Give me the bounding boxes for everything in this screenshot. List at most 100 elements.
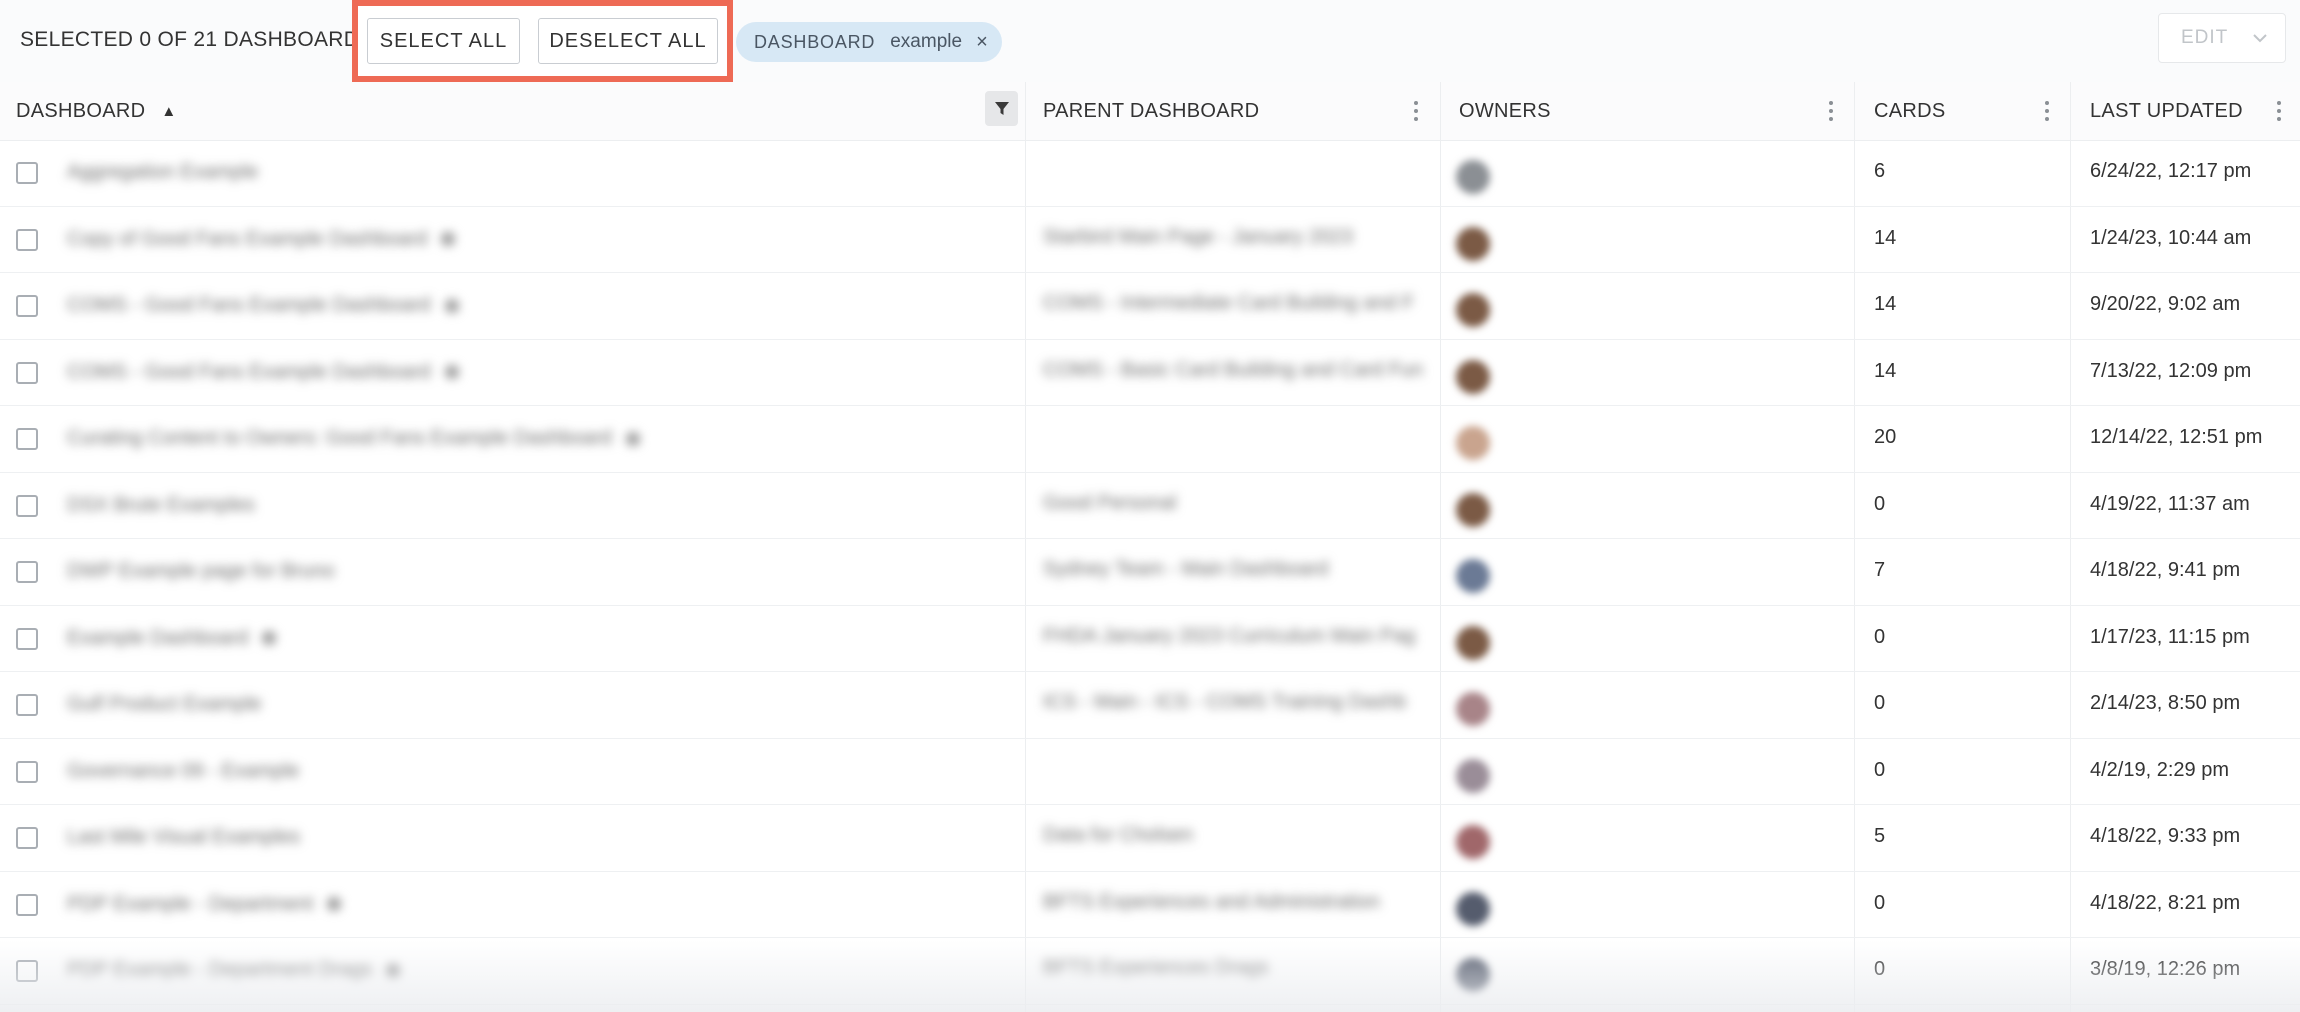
dashboard-name-link[interactable]: Aggregation Example (67, 161, 258, 184)
dashboard-name-link[interactable]: Example Dashboard (67, 626, 277, 650)
dashboard-name-link[interactable]: DSX Brute Examples (67, 494, 255, 517)
column-dashboard-label: DASHBOARD (16, 99, 146, 122)
table-row[interactable]: Last Mile Visual Examples Data for Cholse… (0, 805, 2300, 872)
last-updated-date: 4/18/22, 9:41 pm (2090, 559, 2241, 581)
row-checkbox[interactable] (16, 893, 38, 916)
table-row[interactable]: COMS - Good Fans Example Dashboard COMS -… (0, 340, 2300, 406)
dashboard-name-link[interactable]: PDP Example - Department (67, 893, 342, 916)
last-updated-date: 2/14/23, 8:50 pm (2090, 692, 2241, 714)
row-checkbox[interactable] (16, 162, 38, 184)
owner-avatar[interactable] (1456, 226, 1490, 261)
filter-icon[interactable] (985, 91, 1018, 126)
column-header-last-updated[interactable]: LAST UPDATED (2090, 82, 2243, 140)
dashboard-name-link[interactable]: Copy of Good Fans Example Dashboard (67, 227, 456, 251)
row-checkbox[interactable] (16, 960, 38, 982)
selection-toolbar: SELECTED 0 OF 21 DASHBOARDS SELECT ALL D… (0, 0, 2300, 83)
parent-dashboard-link[interactable]: Sydney Team - Main Dashboard (1043, 558, 1328, 581)
filter-chip-value: example (890, 31, 963, 52)
table-row[interactable]: DSX Brute Examples Good Personal 0 4/19/22,… (0, 473, 2300, 539)
owner-avatar[interactable] (1456, 625, 1490, 660)
select-all-button[interactable]: SELECT ALL (367, 18, 520, 64)
dashboard-name-text: Copy of Good Fans Example Dashboard (67, 227, 428, 250)
last-updated-date: 12/14/22, 12:51 pm (2090, 426, 2263, 448)
row-checkbox[interactable] (16, 361, 38, 384)
dashboard-name-link[interactable]: DWP Example page for Bruno (67, 560, 335, 583)
column-menu-icon[interactable] (1828, 101, 1834, 123)
cards-count: 5 (1874, 825, 1886, 847)
row-checkbox[interactable] (16, 295, 38, 317)
cards-count: 14 (1874, 359, 1897, 382)
parent-dashboard-link[interactable]: COMS - Basic Card Building and Card Fun (1043, 359, 1423, 382)
row-checkbox[interactable] (16, 561, 38, 583)
owner-avatar[interactable] (1456, 758, 1490, 793)
owner-avatar[interactable] (1456, 891, 1490, 926)
column-menu-icon[interactable] (2276, 101, 2282, 123)
owner-avatar[interactable] (1456, 492, 1490, 527)
column-menu-icon[interactable] (2044, 101, 2050, 123)
dashboard-name-link[interactable]: Last Mile Visual Examples (67, 826, 300, 849)
last-updated-date: 1/17/23, 11:15 pm (2090, 625, 2250, 648)
row-checkbox[interactable] (16, 760, 38, 783)
table-row[interactable]: Governance 09 - Example 0 4/2/19, 2:29 pm (0, 739, 2300, 805)
table-row[interactable]: Example Dashboard FHDA January 2023 Curri… (0, 606, 2300, 672)
table-row[interactable]: Curating Content to Owners: Good Fans Ex… (0, 406, 2300, 473)
deselect-all-button[interactable]: DESELECT ALL (538, 18, 718, 64)
parent-dashboard-link[interactable]: Data for Cholsen (1043, 824, 1193, 847)
parent-dashboard-link[interactable]: BFTS Experiences Drags (1043, 957, 1269, 980)
last-updated-date: 3/8/19, 12:26 pm (2090, 958, 2241, 980)
lock-icon (262, 631, 277, 646)
table-row[interactable]: DWP Example page for Bruno Sydney Team - … (0, 539, 2300, 606)
dashboard-name-link[interactable]: PDP Example - Department Drags (67, 959, 401, 982)
column-menu-icon[interactable] (1413, 101, 1419, 123)
parent-dashboard-link[interactable]: FHDA January 2023 Curriculum Main Pag (1043, 625, 1415, 648)
dashboard-name-link[interactable]: COMS - Good Fans Example Dashboard (67, 294, 459, 317)
row-checkbox[interactable] (16, 428, 38, 450)
parent-dashboard-link[interactable]: ICS - Main - ICS - COMS Training Dashb (1043, 691, 1406, 714)
owner-avatar[interactable] (1456, 359, 1490, 394)
column-header-cards[interactable]: CARDS (1874, 82, 1946, 140)
dashboard-name-link[interactable]: Curating Content to Owners: Good Fans Ex… (67, 427, 640, 450)
edit-dropdown-button[interactable]: EDIT (2158, 13, 2286, 63)
owner-avatar[interactable] (1456, 825, 1490, 859)
parent-dashboard-link[interactable]: Good Personal (1043, 492, 1176, 515)
column-header-owners[interactable]: OWNERS (1459, 82, 1551, 140)
owner-avatar[interactable] (1456, 293, 1490, 327)
dashboard-name-link[interactable]: COMS - Good Fans Example Dashboard (67, 361, 459, 384)
chevron-down-icon (2253, 34, 2267, 43)
dashboard-name-link[interactable]: Governance 09 - Example (67, 760, 299, 783)
row-checkbox[interactable] (16, 694, 38, 716)
cards-count: 0 (1874, 625, 1886, 648)
table-row[interactable]: PDP Example - Department Drags BFTS Exper… (0, 938, 2300, 1005)
table-row[interactable]: Copy of Good Fans Example Dashboard Starb… (0, 207, 2300, 273)
owner-avatar[interactable] (1456, 958, 1490, 992)
row-checkbox[interactable] (16, 827, 38, 849)
owner-avatar[interactable] (1456, 692, 1490, 726)
filter-chip-key: DASHBOARD (754, 31, 876, 52)
table-row[interactable]: COMS - Good Fans Example Dashboard COMS -… (0, 273, 2300, 340)
table-row[interactable]: PDP Example - Department BFTS Experiences… (0, 872, 2300, 938)
remove-filter-icon[interactable]: × (976, 31, 988, 54)
edit-label: EDIT (2181, 27, 2229, 48)
table-row[interactable]: Gulf Product Example ICS - Main - ICS - C… (0, 672, 2300, 739)
column-header-dashboard[interactable]: DASHBOARD ▲ (16, 82, 177, 140)
dashboard-name-text: PDP Example - Department Drags (67, 959, 373, 981)
column-parent-label: PARENT DASHBOARD (1043, 99, 1260, 122)
table-row[interactable]: Aggregation Example 6 6/24/22, 12:17 pm (0, 140, 2300, 207)
parent-dashboard-link[interactable]: BFTS Experiences and Administration (1043, 891, 1380, 914)
cards-count: 14 (1874, 293, 1897, 315)
last-updated-date: 1/24/23, 10:44 am (2090, 226, 2252, 249)
owner-avatar[interactable] (1456, 426, 1490, 460)
owner-avatar[interactable] (1456, 160, 1490, 194)
parent-dashboard-link[interactable]: Starbird Main Page - January 2023 (1043, 226, 1353, 249)
owner-avatar[interactable] (1456, 559, 1490, 593)
lock-icon (625, 431, 640, 446)
cards-count: 0 (1874, 692, 1886, 714)
row-checkbox[interactable] (16, 627, 38, 650)
dashboard-name-link[interactable]: Gulf Product Example (67, 693, 262, 716)
row-checkbox[interactable] (16, 228, 38, 251)
row-checkbox[interactable] (16, 494, 38, 517)
dashboard-name-text: Example Dashboard (67, 626, 249, 649)
parent-dashboard-link[interactable]: COMS - Intermediate Card Building and F (1043, 292, 1414, 315)
column-header-parent-dashboard[interactable]: PARENT DASHBOARD (1043, 82, 1259, 140)
table-header: DASHBOARD ▲ PARENT DASHBOARD OWNERS CARD… (0, 82, 2300, 141)
